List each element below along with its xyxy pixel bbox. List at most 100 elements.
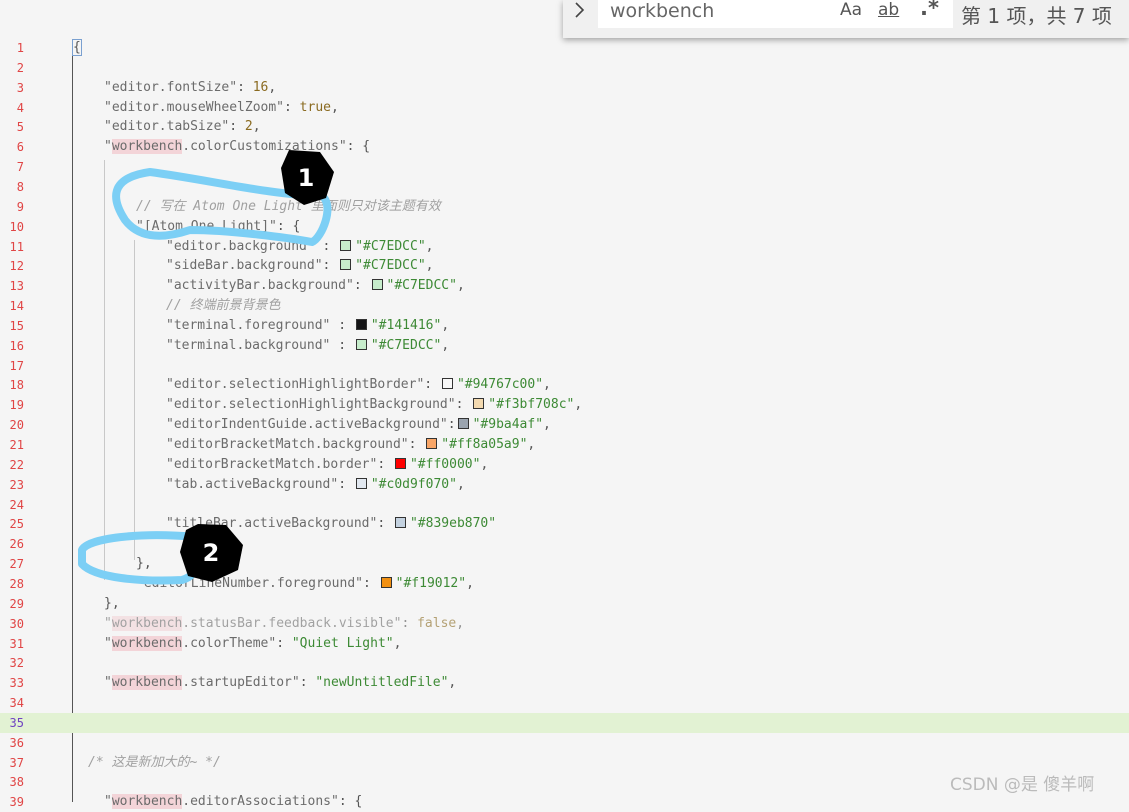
color-swatch[interactable]: [473, 398, 485, 410]
line-code: /* 这是新加大的~ */: [88, 753, 221, 773]
line-number: 9: [16, 199, 24, 214]
code-line[interactable]: 1{: [0, 38, 1129, 58]
code-token: "terminal.foreground": [166, 317, 331, 333]
code-line[interactable]: 21 "editorBracketMatch.background": "#ff8…: [0, 435, 1129, 455]
code-token: "activityBar.background": [166, 278, 354, 294]
line-code: // 终端前景背景色: [166, 296, 280, 316]
color-swatch[interactable]: [426, 438, 438, 449]
color-swatch[interactable]: [441, 378, 453, 390]
code-token: :: [276, 635, 292, 651]
code-line[interactable]: 11 "editor.background" : "#C7EDCC",: [0, 237, 1129, 257]
line-number: 4: [16, 100, 24, 115]
color-swatch[interactable]: [380, 576, 392, 588]
line-code: "workbench.colorCustomizations": {: [104, 137, 370, 157]
code-token: :: [408, 437, 425, 452]
code-line[interactable]: 8: [0, 177, 1129, 197]
line-number: 17: [9, 358, 24, 373]
line-code: "workbench.statusBar.feedback.visible": …: [104, 614, 464, 634]
line-number: 24: [9, 497, 24, 512]
line-code: },: [104, 594, 120, 614]
code-line[interactable]: 13 "activityBar.background": "#C7EDCC",: [0, 276, 1129, 296]
code-token: "#c0d9f070": [370, 476, 457, 492]
code-token: 16: [252, 79, 269, 95]
regex-toggle[interactable]: .*: [920, 0, 939, 20]
code-line[interactable]: 15 "terminal.foreground" : "#141416",: [0, 316, 1129, 336]
find-input[interactable]: [610, 0, 830, 22]
code-line[interactable]: 34: [0, 693, 1129, 713]
code-token: :: [229, 119, 245, 135]
code-token: workbench: [111, 675, 183, 691]
line-number: 11: [9, 239, 24, 254]
color-swatch[interactable]: [355, 477, 367, 489]
whole-word-toggle[interactable]: ab: [878, 0, 899, 24]
code-token: .colorCustomizations": [182, 139, 347, 155]
code-line[interactable]: 14 // 终端前景背景色: [0, 296, 1129, 316]
code-line[interactable]: 24: [0, 495, 1129, 515]
code-line[interactable]: 25 "titleBar.activeBackground": "#839eb87…: [0, 514, 1129, 534]
code-line[interactable]: 27},: [0, 554, 1129, 574]
code-token: "#141416": [370, 317, 442, 333]
code-line[interactable]: 9 // 写在 Atom One Light 里面则只对该主题有效: [0, 197, 1129, 217]
code-line[interactable]: 4 "editor.mouseWheelZoom": true,: [0, 98, 1129, 118]
code-line[interactable]: 7: [0, 157, 1129, 177]
line-code: "editor.mouseWheelZoom": true,: [104, 98, 339, 118]
code-line[interactable]: 36: [0, 733, 1129, 753]
code-token: "#C7EDCC": [370, 337, 442, 353]
color-swatch[interactable]: [394, 457, 406, 469]
line-number: 34: [9, 696, 24, 711]
code-editor[interactable]: 1{2 3 "editor.fontSize": 16, 4 "editor.mouse…: [0, 0, 1129, 810]
color-swatch[interactable]: [355, 318, 367, 330]
code-token: "[Atom One Light]": [136, 218, 277, 234]
code-line[interactable]: 29},: [0, 594, 1129, 614]
match-case-toggle[interactable]: Aa: [840, 0, 862, 24]
color-swatch[interactable]: [371, 279, 383, 291]
code-token: ,: [393, 635, 402, 651]
line-number: 13: [9, 279, 24, 294]
code-line[interactable]: 18 "editor.selectionHighlightBorder": "#9…: [0, 375, 1129, 395]
color-swatch[interactable]: [355, 338, 367, 350]
code-token: workbench: [111, 139, 183, 155]
code-token: "tab.activeBackground": [166, 476, 339, 492]
code-line[interactable]: 28 "editorLineNumber.foreground": "#f1901…: [0, 574, 1129, 594]
code-line[interactable]: 3 "editor.fontSize": 16,: [0, 78, 1129, 98]
code-line[interactable]: 33 "workbench.startupEditor": "newUntitle…: [0, 673, 1129, 693]
code-line[interactable]: 23 "tab.activeBackground": "#c0d9f070",: [0, 475, 1129, 495]
code-line[interactable]: 17: [0, 356, 1129, 376]
code-line[interactable]: 32: [0, 653, 1129, 673]
code-token: {: [72, 39, 82, 56]
line-code: "editorBracketMatch.background": "#ff8a0…: [166, 435, 535, 455]
code-line[interactable]: 19 "editor.selectionHighlightBackground":…: [0, 395, 1129, 415]
chevron-right-icon[interactable]: [573, 0, 591, 24]
code-token: "editor.fontSize": [104, 79, 238, 95]
color-swatch[interactable]: [394, 517, 406, 529]
line-number: 28: [9, 576, 24, 591]
code-token: "#C7EDCC": [355, 238, 426, 254]
code-token: "editor.tabSize": [104, 119, 230, 135]
code-line[interactable]: 30 "workbench.statusBar.feedback.visible"…: [0, 614, 1129, 634]
code-token: ,: [252, 119, 261, 135]
code-line[interactable]: 12 "sideBar.background": "#C7EDCC",: [0, 256, 1129, 276]
line-number: 10: [9, 219, 24, 234]
code-token: :: [330, 337, 354, 353]
code-line[interactable]: 35: [0, 712, 1129, 733]
code-token: ,: [456, 278, 465, 294]
code-line[interactable]: 6 "workbench.colorCustomizations": {: [0, 137, 1129, 157]
code-line[interactable]: 26: [0, 534, 1129, 554]
code-line[interactable]: 16 "terminal.background" : "#C7EDCC",: [0, 336, 1129, 356]
code-line[interactable]: 20 "editorIndentGuide.activeBackground": "…: [0, 415, 1129, 435]
find-widget: Aa ab .* 第 1 项，共 7 项: [563, 0, 1129, 38]
code-line[interactable]: 31 "workbench.colorTheme": "Quiet Light",: [0, 634, 1129, 654]
color-swatch[interactable]: [457, 418, 469, 430]
code-line[interactable]: 5 "editor.tabSize": 2,: [0, 117, 1129, 137]
code-line[interactable]: 2: [0, 58, 1129, 78]
code-token: : {: [276, 218, 301, 234]
line-code: // 写在 Atom One Light 里面则只对该主题有效: [136, 197, 441, 217]
line-number: 1: [16, 41, 24, 55]
code-line[interactable]: 22 "editorBracketMatch.border": "#ff0000"…: [0, 455, 1129, 475]
code-line[interactable]: 39 "workbench.editorAssociations": {: [0, 792, 1129, 812]
line-code: "titleBar.activeBackground": "#839eb870": [166, 514, 496, 534]
color-swatch[interactable]: [340, 239, 352, 251]
line-code: },: [136, 554, 152, 574]
code-line[interactable]: 10 "[Atom One Light]": {: [0, 217, 1129, 237]
color-swatch[interactable]: [340, 259, 352, 271]
